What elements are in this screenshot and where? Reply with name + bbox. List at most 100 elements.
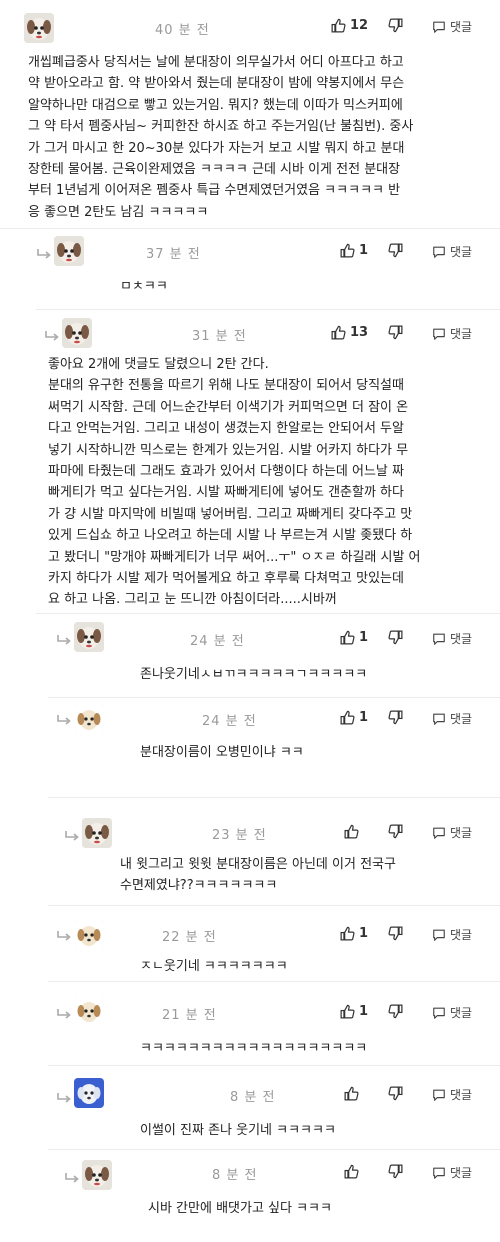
avatar[interactable] [54,236,84,266]
reply-button[interactable]: 댓글 [432,926,472,943]
reply-button[interactable]: 댓글 [432,1004,472,1021]
speech-bubble-icon [433,713,445,725]
puppy-avatar-image [74,920,104,950]
dislike-button[interactable] [388,1086,403,1101]
like-count: 1 [359,710,369,725]
reply-button[interactable]: 댓글 [432,1086,472,1103]
reply-button[interactable]: 댓글 [432,710,472,727]
comment: 40 분 전 12 댓글 개씹폐급중사 당직서는 날에 분대장이 의무실가서 어… [0,0,500,230]
speech-bubble-icon [433,827,445,839]
reply-comment: 21 분 전 1 댓글 ㅋㅋㅋㅋㅋㅋㅋㅋㅋㅋㅋㅋㅋㅋㅋㅋㅋㅋㅋ [0,982,500,1066]
like-button[interactable]: 12 [331,18,368,33]
comment-text: 이썰이 진짜 존나 웃기네 ㅋㅋㅋㅋㅋ [140,1123,336,1138]
comment-time: 24 분 전 [190,634,245,649]
dislike-button[interactable] [388,824,403,839]
reply-arrow-icon [37,249,51,259]
reply-label: 댓글 [450,1166,473,1180]
comment-text: 좋아요 2개에 댓글도 달렸으니 2탄 간다. 분대의 유구한 전통을 따르기 … [48,357,421,608]
reply-comment: 37 분 전 1 댓글 ㅁㅊㅋㅋ [0,230,500,310]
thumbs-up-icon [340,926,355,941]
like-button[interactable] [344,824,363,839]
like-button[interactable] [344,1086,363,1101]
puppy-avatar-image [82,818,112,848]
avatar[interactable] [82,818,112,848]
thumbs-up-icon [344,1086,359,1101]
like-button[interactable]: 1 [340,243,368,258]
reply-comment: 8 분 전 댓글 시바 간만에 배댓가고 싶다 ㅋㅋㅋ [0,1150,500,1242]
thumbs-down-icon [388,243,403,258]
thumbs-up-icon [340,630,355,645]
reply-button[interactable]: 댓글 [432,243,472,260]
dislike-button[interactable] [388,18,403,33]
like-count: 1 [359,630,369,645]
reply-comment: 23 분 전 댓글 내 윗그리고 윗윗 분대장이름은 아닌데 이거 전국구 수면… [0,798,500,906]
comment-text: 분대장이름이 오병민이냐 ㅋㅋ [140,745,304,760]
like-button[interactable]: 13 [331,325,368,340]
comment-time: 21 분 전 [162,1008,217,1023]
thumbs-up-icon [340,710,355,725]
speech-bubble-icon [433,1007,445,1019]
like-button[interactable]: 1 [340,710,368,725]
comment-time: 8 분 전 [230,1090,276,1105]
thumbs-down-icon [388,630,403,645]
like-button[interactable]: 1 [340,630,368,645]
reply-button[interactable]: 댓글 [432,824,472,841]
speech-bubble-icon [433,246,445,258]
avatar[interactable] [82,1160,112,1190]
dislike-button[interactable] [388,325,403,340]
reply-button[interactable]: 댓글 [432,1164,472,1181]
puppy-avatar-image [54,236,84,266]
avatar[interactable] [62,318,92,348]
comment-text: ㅋㅋㅋㅋㅋㅋㅋㅋㅋㅋㅋㅋㅋㅋㅋㅋㅋㅋㅋ [140,1041,368,1056]
reply-label: 댓글 [450,712,473,726]
dislike-button[interactable] [388,243,403,258]
speech-bubble-icon [433,1089,445,1101]
like-button[interactable]: 1 [340,926,368,941]
puppy-avatar-image [74,704,104,734]
thumbs-up-icon [344,824,359,839]
avatar[interactable] [24,13,54,43]
reply-comment: 22 분 전 1 댓글 ㅈㄴ웃기네 ㅋㅋㅋㅋㅋㅋㅋ [0,906,500,982]
reply-arrow-icon [57,715,71,725]
reply-arrow-icon [65,831,79,841]
puppy-avatar-image [74,1078,104,1108]
avatar[interactable] [74,704,104,734]
dislike-button[interactable] [388,926,403,941]
comment-time: 24 분 전 [202,714,257,729]
dislike-button[interactable] [388,1164,403,1179]
thumbs-down-icon [388,325,403,340]
speech-bubble-icon [433,328,445,340]
avatar[interactable] [74,920,104,950]
reply-label: 댓글 [450,632,473,646]
like-button[interactable]: 1 [340,1004,368,1019]
comment-text: 존나웃기네ㅅㅂㄲㅋㅋㅋㅋㅋㄱㅋㅋㅋㅋㅋ [140,667,368,682]
puppy-avatar-image [74,996,104,1026]
reply-button[interactable]: 댓글 [432,325,472,342]
speech-bubble-icon [433,929,445,941]
dislike-button[interactable] [388,630,403,645]
like-button[interactable] [344,1164,363,1179]
comment-text: 내 윗그리고 윗윗 분대장이름은 아닌데 이거 전국구 수면제였냐??ㅋㅋㅋㅋㅋ… [120,857,396,894]
avatar[interactable] [74,1078,104,1108]
comment-text: 개씹폐급중사 당직서는 날에 분대장이 의무실가서 어디 아프다고 하고 약 받… [28,55,414,220]
reply-label: 댓글 [450,1088,473,1102]
reply-arrow-icon [65,1173,79,1183]
comment-text: ㅈㄴ웃기네 ㅋㅋㅋㅋㅋㅋㅋ [140,959,288,974]
comment-time: 8 분 전 [212,1168,258,1183]
reply-label: 댓글 [450,327,473,341]
thumbs-up-icon [340,243,355,258]
reply-arrow-icon [57,931,71,941]
like-count: 1 [359,1004,369,1019]
reply-button[interactable]: 댓글 [432,18,472,35]
dislike-button[interactable] [388,710,403,725]
reply-label: 댓글 [450,245,473,259]
avatar[interactable] [74,996,104,1026]
reply-label: 댓글 [450,1006,473,1020]
like-count: 1 [359,926,369,941]
comment-time: 22 분 전 [162,930,217,945]
avatar[interactable] [74,622,104,652]
dislike-button[interactable] [388,1004,403,1019]
reply-button[interactable]: 댓글 [432,630,472,647]
reply-comment: 24 분 전 1 댓글 존나웃기네ㅅㅂㄲㅋㅋㅋㅋㅋㄱㅋㅋㅋㅋㅋ [0,614,500,698]
thumbs-up-icon [340,1004,355,1019]
